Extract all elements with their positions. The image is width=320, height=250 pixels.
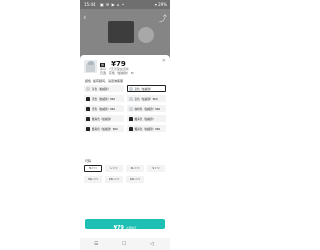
color-option[interactable]: 藏青色（加绒款）860 [84, 125, 124, 132]
color-option-label: 灰色（加绒款） [92, 88, 111, 91]
dimmed-product-page: ‹ ⤴ [80, 9, 170, 57]
buy-button-label: 立即购买 [126, 227, 137, 230]
color-option[interactable]: 灰色（加绒款）860 [126, 95, 166, 102]
status-time: 15:44 [84, 2, 96, 7]
product-thumbnail[interactable] [84, 60, 97, 73]
color-option-label: 藏青色（加绒款）860 [92, 128, 118, 131]
size-option-label: 2XL [108, 178, 114, 181]
size-option-price: ¥79 [93, 178, 99, 181]
color-swatch-thumbnail [86, 106, 90, 111]
back-arrow-icon[interactable]: ‹ [83, 14, 87, 23]
size-options: M¥79 L¥79 XL¥79 S¥79 3XL¥79 2XL¥79 4XL¥79 [84, 165, 166, 183]
size-option-price: ¥79 [112, 167, 118, 170]
home-icon[interactable]: ☐ [122, 241, 126, 247]
color-options: 灰色（加绒款） 灰色（加绒款） 黑色（加绒款）860 灰色（加绒款）860 黑色（加绒款… [84, 85, 166, 132]
hoodie-hood [87, 61, 94, 65]
color-option-label: 藏青色（加绒款） [92, 118, 113, 121]
size-option-price: ¥79 [154, 167, 160, 170]
size-option[interactable]: S¥79 [147, 165, 165, 172]
status-bar: 15:44 ▣ ✉ ▶ ⌂ • ▾ 29% [80, 0, 170, 9]
size-option-price: ¥79 [91, 167, 97, 170]
color-option[interactable]: 灰色（加绒款） [126, 85, 166, 92]
price-row: 券 ¥79 [100, 60, 126, 68]
color-swatch-thumbnail [128, 126, 133, 131]
color-option[interactable]: 黑色（加绒款）860 [84, 105, 124, 112]
color-option-label: 藏青色（加绒款） [134, 118, 156, 121]
battery-indicator: ▾ 29% [154, 2, 167, 7]
color-swatch-thumbnail [128, 96, 133, 101]
color-swatch-thumbnail [86, 116, 90, 121]
size-option-price: ¥79 [135, 178, 141, 181]
recent-apps-icon[interactable]: ☰ [94, 241, 98, 247]
color-swatch-thumbnail [128, 116, 133, 121]
size-option-price: ¥79 [134, 167, 140, 170]
color-swatch-thumbnail [86, 126, 90, 131]
size-option[interactable]: 4XL¥79 [126, 176, 144, 183]
size-option-label: L [110, 167, 112, 170]
color-option[interactable]: 黑色（加绒款）860 [84, 95, 124, 102]
color-option-label: 藏青色（加绒款）860 [134, 128, 161, 131]
buy-button[interactable]: ¥79 立即购买 [85, 219, 165, 231]
size-option-label: S [152, 167, 155, 170]
color-option-label: 黑色（加绒款）860 [92, 98, 116, 101]
color-swatch-thumbnail [86, 86, 90, 91]
share-icon[interactable]: ⤴ [159, 14, 167, 23]
selected-sku-text: 已选 · 灰色（加绒款） M [100, 71, 134, 75]
color-option-label: 灰色（加绒款） [134, 88, 153, 91]
size-option[interactable]: M¥79 [84, 165, 102, 172]
color-swatch-thumbnail [86, 96, 90, 101]
size-option[interactable]: XL¥79 [126, 165, 144, 172]
coupon-badge: 券 [100, 62, 106, 67]
color-swatch-thumbnail [128, 106, 133, 111]
color-note: ·如有疑问，请咨询客服 [91, 79, 123, 83]
size-section-label: 尺码 [85, 159, 92, 163]
notification-icons: ▣ ✉ ▶ ⌂ • [100, 2, 125, 7]
color-option[interactable]: 咖啡色（加绒款）860 [126, 105, 166, 112]
color-label: 颜色 [85, 79, 92, 83]
color-section-label: 颜色 ·如有疑问，请咨询客服 [85, 79, 123, 83]
size-option-label: 3XL [87, 178, 93, 181]
left-margin [0, 0, 80, 250]
buy-button-amount: ¥79 [113, 225, 125, 231]
color-option[interactable]: 灰色（加绒款） [84, 85, 124, 92]
product-image [108, 21, 134, 43]
size-option[interactable]: 2XL¥79 [105, 176, 123, 183]
color-swatch-thumbnail [128, 86, 133, 91]
size-option[interactable]: L¥79 [105, 165, 123, 172]
product-image-circle [138, 27, 154, 43]
back-icon[interactable]: ◁ [150, 241, 154, 247]
color-option[interactable]: 藏青色（加绒款）860 [126, 125, 166, 132]
color-option-label: 黑色（加绒款）860 [92, 108, 116, 111]
close-icon[interactable]: ✕ [162, 59, 166, 64]
color-option-label: 灰色（加绒款）860 [134, 98, 158, 101]
system-nav-bar: ☰ ☐ ◁ [80, 238, 170, 250]
size-option-label: 4XL [129, 178, 135, 181]
right-margin [170, 0, 250, 250]
color-option[interactable]: 藏青色（加绒款） [126, 115, 166, 122]
phone-screen: 15:44 ▣ ✉ ▶ ⌂ • ▾ 29% ‹ ⤴ 券 ¥79 库存 · 7天无… [80, 0, 170, 250]
size-option-price: ¥79 [114, 178, 120, 181]
color-option-label: 咖啡色（加绒款）860 [134, 108, 161, 111]
color-option[interactable]: 藏青色（加绒款） [84, 115, 124, 122]
sku-selector-sheet: 券 ¥79 库存 · 7天无理由退换 已选 · 灰色（加绒款） M ✕ 颜色 ·… [80, 55, 170, 238]
size-option[interactable]: 3XL¥79 [84, 176, 102, 183]
